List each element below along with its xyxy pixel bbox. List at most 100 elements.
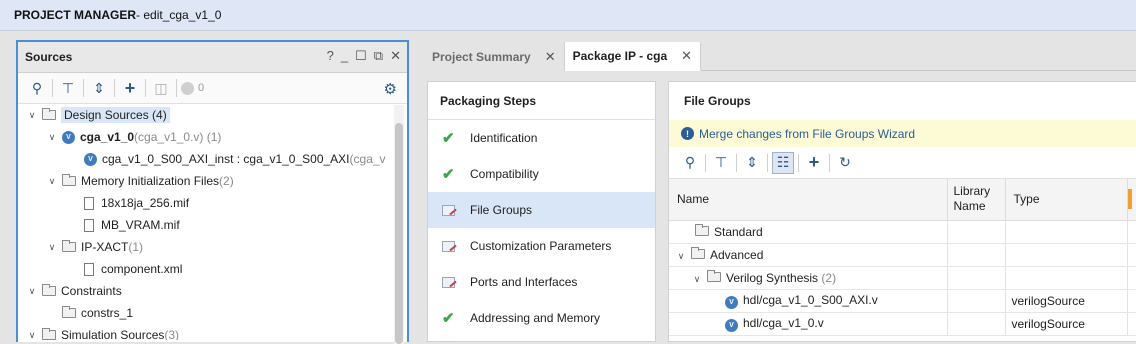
toolbar-divider [176,79,177,97]
row-name: Vhdl/cga_v1_0_S00_AXI.v [669,289,948,313]
step-addressing-and-memory[interactable]: ✔ Addressing and Memory [428,300,655,336]
step-compatibility[interactable]: ✔ Compatibility [428,156,655,192]
toolbar-divider [829,153,830,172]
status-badge-count: 0 [198,82,205,94]
toolbar-divider [145,79,146,97]
tab-package-ip[interactable]: Package IP - cga ✕ [564,42,702,71]
tab-label: Project Summary [432,49,531,64]
column-header-type[interactable]: Type [1005,179,1128,221]
file-icon [84,262,94,276]
tree-item-detail: (cga_v [349,152,386,166]
tree-item-label: Simulation Sources [61,328,165,340]
tree-item-ip-xact[interactable]: ∨ IP-XACT (1) [18,236,407,258]
checkmark-icon: ✔ [442,166,455,183]
gear-icon[interactable]: ⚙ [384,80,397,98]
tree-item-top-module[interactable]: ∨ V cga_v1_0 (cga_v1_0.v) (1) [18,126,407,148]
collapse-all-icon[interactable]: ⊤ [57,77,79,99]
row-library [947,312,1006,336]
panel-window-controls: ? _ ☐ ⧉ ✕ [327,48,401,64]
expand-all-icon[interactable]: ⇕ [88,77,110,99]
step-label: Addressing and Memory [470,311,601,325]
help-icon[interactable]: ? [327,48,334,64]
table-row[interactable]: ∨ Verilog Synthesis (2) [669,266,1136,290]
vertical-scrollbar[interactable] [394,105,404,344]
chevron-down-icon[interactable]: ∨ [46,176,58,187]
step-identification[interactable]: ✔ Identification [428,120,655,156]
search-icon[interactable]: ⚲ [26,77,48,99]
row-library [947,243,1006,267]
merge-banner: ! Merge changes from File Groups Wizard [669,120,1136,147]
close-tab-icon[interactable]: ✕ [681,48,692,64]
add-sources-icon[interactable]: + [119,77,141,99]
file-groups-table: Name Library Name Type Standard ∨ Advance… [669,179,1136,336]
tab-project-summary[interactable]: Project Summary ✕ [424,42,565,71]
row-extra [1127,312,1136,336]
chevron-down-icon[interactable]: ∨ [46,132,58,143]
column-header-name[interactable]: Name [669,179,948,221]
tree-item-constraints[interactable]: ∨ Constraints [18,280,407,302]
collapse-all-icon[interactable]: ⊤ [710,152,732,174]
sources-panel: Sources ? _ ☐ ⧉ ✕ ⚲ ⊤ ⇕ + ◫ 0 ⚙ ∨ Design… [16,40,409,344]
tree-item-simulation-sources[interactable]: ∨ Simulation Sources (3) [18,324,407,340]
checkmark-icon: ✔ [442,310,455,327]
tree-item-file[interactable]: component.xml [18,258,407,280]
row-type: verilogSource [1005,312,1128,336]
chevron-down-icon[interactable]: ∨ [46,242,58,253]
tree-item-file[interactable]: MB_VRAM.mif [18,214,407,236]
column-header-library[interactable]: Library Name [947,179,1006,221]
table-row[interactable]: Vhdl/cga_v1_0_S00_AXI.v verilogSource [669,289,1136,313]
step-label: Compatibility [470,167,539,181]
close-tab-icon[interactable]: ✕ [545,49,556,65]
tree-item-label: Memory Initialization Files [81,174,220,188]
column-header-overflow [1127,179,1136,221]
verilog-file-icon: V [84,152,97,166]
tree-item-label: Design Sources (4) [61,107,170,123]
chevron-down-icon[interactable]: ∨ [26,110,38,121]
add-file-icon[interactable]: + [803,152,825,174]
step-label: Customization Parameters [470,239,612,253]
tree-item-detail: (cga_v1_0.v) (1) [134,130,222,144]
table-row[interactable]: Vhdl/cga_v1_0.v verilogSource [669,312,1136,336]
packaging-steps-panel: Packaging Steps ✔ Identification ✔ Compa… [427,81,656,342]
minimize-icon[interactable]: _ [341,48,348,64]
expand-all-icon[interactable]: ⇕ [741,152,763,174]
search-icon[interactable]: ⚲ [679,152,701,174]
maximize-icon[interactable]: ☐ [355,48,367,64]
tree-item-label: cga_v1_0_S00_AXI_inst : cga_v1_0_S00_AXI [102,152,350,166]
tree-item-constrs[interactable]: constrs_1 [18,302,407,324]
close-icon[interactable]: ✕ [390,48,401,64]
tree-item-design-sources[interactable]: ∨ Design Sources (4) [18,104,407,126]
merge-changes-link[interactable]: Merge changes from File Groups Wizard [699,127,915,141]
row-library [947,220,1006,244]
chevron-down-icon[interactable]: ∨ [691,274,703,285]
step-ports-and-interfaces[interactable]: Ports and Interfaces [428,264,655,300]
row-name: ∨ Verilog Synthesis (2) [669,266,948,290]
chevron-down-icon[interactable]: ∨ [675,251,687,262]
window-title-bar: PROJECT MANAGER - edit_cga_v1_0 [0,0,1136,31]
table-row[interactable]: ∨ Advanced [669,243,1136,267]
editor-tabs: Project Summary ✕ Package IP - cga ✕ [424,42,1136,71]
folder-icon [691,246,705,259]
hierarchy-view-icon[interactable]: ☷ [772,151,794,174]
tree-item-memory-init[interactable]: ∨ Memory Initialization Files (2) [18,170,407,192]
toolbar-divider [798,153,799,172]
float-icon[interactable]: ⧉ [374,48,383,64]
refresh-icon[interactable]: ↻ [834,152,856,174]
tree-item-file[interactable]: 18x18ja_256.mif [18,192,407,214]
scrollbar-thumb[interactable] [395,123,403,344]
properties-icon[interactable]: ◫ [150,77,172,99]
package-ip-content: Packaging Steps ✔ Identification ✔ Compa… [424,71,1136,342]
row-extra [1127,243,1136,267]
file-icon [84,218,94,232]
file-icon [84,196,94,210]
tree-item-instance[interactable]: V cga_v1_0_S00_AXI_inst : cga_v1_0_S00_A… [18,148,407,170]
step-file-groups[interactable]: File Groups [428,192,655,228]
status-dot-icon [181,81,194,95]
chevron-down-icon[interactable]: ∨ [26,330,38,341]
table-row[interactable]: Standard [669,220,1136,244]
sources-panel-title: Sources [25,50,73,64]
tree-item-detail: (3) [164,328,180,340]
step-customization-parameters[interactable]: Customization Parameters [428,228,655,264]
chevron-down-icon[interactable]: ∨ [26,286,38,297]
row-name: Vhdl/cga_v1_0.v [669,312,948,336]
